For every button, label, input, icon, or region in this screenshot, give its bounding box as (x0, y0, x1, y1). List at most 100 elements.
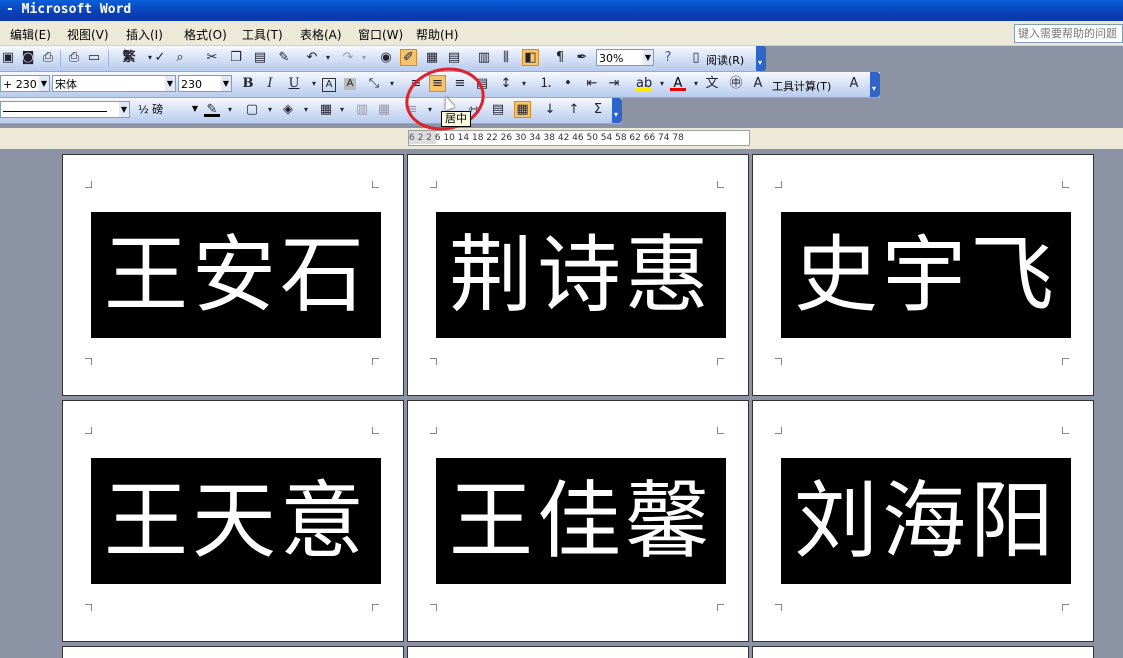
columns-icon[interactable]: ▥ (476, 50, 492, 66)
print-preview-doc-icon[interactable]: ▭ (86, 50, 102, 66)
font-size-select[interactable]: 230 ▼ (178, 75, 232, 92)
print-icon[interactable]: ⎙ (66, 50, 82, 66)
insert-table-icon[interactable]: ▦ (318, 102, 334, 118)
label-page[interactable]: 王安石 (62, 154, 404, 396)
hyperlink-icon[interactable]: ◉ (378, 50, 394, 66)
drawing-icon[interactable]: ⫼ (498, 50, 514, 66)
menu-view[interactable]: 视图(V) (67, 26, 109, 43)
merge-cells-icon[interactable]: ▥ (354, 102, 370, 118)
document-map-icon[interactable]: ◧ (522, 49, 539, 66)
dropdown-arrow-icon[interactable]: ▾ (334, 102, 350, 118)
menu-tools[interactable]: 工具(T) (242, 26, 283, 43)
research-icon[interactable]: ⌕ (172, 50, 188, 66)
table-autoformat-icon[interactable]: ▤ (490, 102, 506, 118)
name-label[interactable]: 荆诗惠 (436, 212, 726, 338)
help-search-input[interactable]: 键入需要帮助的问题 (1014, 24, 1123, 43)
show-hide-icon[interactable]: ¶ (552, 50, 568, 66)
font-select[interactable]: 宋体 ▼ (52, 75, 176, 92)
ink-icon[interactable]: ✒ (574, 50, 590, 66)
grow-font-icon[interactable]: A (750, 76, 766, 92)
dropdown-arrow-icon[interactable]: ▾ (654, 76, 670, 92)
name-label[interactable]: 史宇飞 (781, 212, 1071, 338)
dropdown-arrow-icon[interactable]: ▾ (298, 102, 314, 118)
dropdown-arrow-icon[interactable]: ▾ (262, 102, 278, 118)
crop-mark (1062, 358, 1069, 365)
dropdown-arrow-icon[interactable]: ▾ (320, 50, 336, 66)
save-icon[interactable]: ▣ (0, 50, 16, 66)
spelling-icon[interactable]: ✓ (152, 50, 168, 66)
char-scaling-icon[interactable]: ⤡ (366, 76, 382, 92)
insert-excel-icon[interactable]: ▤ (446, 50, 462, 66)
dropdown-arrow-icon[interactable]: ▾ (516, 76, 532, 92)
label-page[interactable]: 王佳馨 (407, 400, 749, 642)
traditional-chinese-button[interactable]: 繁 (118, 50, 140, 66)
help-icon[interactable]: ? (660, 50, 676, 66)
label-page[interactable]: 史宇飞 (752, 154, 1094, 396)
name-label[interactable]: 王安石 (91, 212, 381, 338)
bold-icon[interactable]: B (240, 76, 256, 92)
undo-icon[interactable]: ↶ (304, 50, 320, 66)
menu-edit[interactable]: 编辑(E) (10, 26, 51, 43)
char-border-icon[interactable]: A (322, 78, 336, 92)
toolbar-options-icon[interactable] (756, 46, 766, 71)
name-label[interactable]: 王佳馨 (436, 458, 726, 584)
enclose-char-icon[interactable]: ㊥ (728, 76, 744, 92)
standard-toolbar: ▣ ◙ ⎙ ⎙ ▭ 繁 ▾ ✓ ⌕ ✂ ❐ ▤ ✎ ↶ ▾ ↷ ▾ ◉ ✐ ▦ … (0, 46, 766, 72)
autosum-icon[interactable]: Σ (590, 102, 606, 118)
underline-icon[interactable]: U (286, 76, 302, 92)
sort-ascending-icon[interactable]: ↓ (542, 102, 558, 118)
highlight-icon[interactable]: ab (636, 76, 652, 91)
dropdown-arrow-icon[interactable]: ▾ (222, 102, 238, 118)
line-weight-select[interactable]: ½ 磅 ▼ (136, 101, 200, 118)
numbering-icon[interactable]: ⒈ (538, 76, 554, 92)
dropdown-arrow-icon[interactable]: ▾ (356, 50, 372, 66)
crop-mark (717, 181, 724, 188)
shrink-font-icon[interactable]: A (846, 76, 862, 92)
line-spacing-icon[interactable]: ↕ (498, 76, 514, 92)
phonetic-guide-icon[interactable]: 文 (704, 76, 720, 92)
tool-calc-button[interactable]: 工具计算(T) (772, 78, 831, 94)
zoom-select[interactable]: 30% ▼ (596, 49, 654, 66)
outside-border-icon[interactable]: ▢ (244, 102, 260, 118)
menu-window[interactable]: 窗口(W) (358, 26, 403, 43)
menu-help[interactable]: 帮助(H) (416, 26, 458, 43)
read-mode-icon[interactable]: ▯ (688, 50, 704, 66)
copy-icon[interactable]: ❐ (228, 50, 244, 66)
font-color-icon[interactable]: A (670, 76, 686, 91)
name-label[interactable]: 刘海阳 (781, 458, 1071, 584)
shading-color-icon[interactable]: ◈ (280, 102, 296, 118)
read-mode-label[interactable]: 阅读(R) (706, 52, 744, 68)
menu-insert[interactable]: 插入(I) (126, 26, 163, 43)
italic-icon[interactable]: I (262, 76, 278, 92)
name-label[interactable]: 王天意 (91, 458, 381, 584)
horizontal-ruler[interactable]: 6 2 2 6 10 14 18 22 26 30 34 38 42 46 50… (408, 130, 750, 146)
cut-icon[interactable]: ✂ (204, 50, 220, 66)
insert-table-icon[interactable]: ▦ (424, 50, 440, 66)
label-page[interactable]: 王天意 (62, 400, 404, 642)
dropdown-arrow-icon[interactable]: ▾ (384, 76, 400, 92)
line-style-select[interactable]: ▼ (0, 101, 130, 118)
paste-icon[interactable]: ▤ (252, 50, 268, 66)
char-shading-icon[interactable]: A (344, 78, 356, 90)
tables-borders-icon[interactable]: ✐ (400, 49, 417, 66)
redo-icon[interactable]: ↷ (340, 50, 356, 66)
dropdown-arrow-icon[interactable]: ▾ (688, 76, 704, 92)
format-painter-icon[interactable]: ✎ (276, 50, 292, 66)
dropdown-arrow-icon[interactable]: ▾ (306, 76, 322, 92)
sort-descending-icon[interactable]: ↑ (566, 102, 582, 118)
label-page[interactable]: 刘海阳 (752, 400, 1094, 642)
show-gridlines-icon[interactable]: ▦ (514, 101, 531, 118)
split-cells-icon[interactable]: ▦ (376, 102, 392, 118)
menu-format[interactable]: 格式(O) (184, 26, 227, 43)
bullets-icon[interactable]: • (560, 76, 576, 92)
print-preview-icon[interactable]: ⎙ (40, 50, 56, 66)
style-select[interactable]: + 230 ▼ (0, 75, 50, 92)
increase-indent-icon[interactable]: ⇥ (606, 76, 622, 92)
label-page[interactable]: 荆诗惠 (407, 154, 749, 396)
toolbar-options-icon[interactable] (870, 72, 880, 97)
border-color-icon[interactable]: ✎ (204, 102, 220, 117)
permission-icon[interactable]: ◙ (20, 50, 36, 66)
toolbar-options-icon[interactable] (612, 98, 622, 123)
menu-table[interactable]: 表格(A) (300, 26, 342, 43)
decrease-indent-icon[interactable]: ⇤ (584, 76, 600, 92)
